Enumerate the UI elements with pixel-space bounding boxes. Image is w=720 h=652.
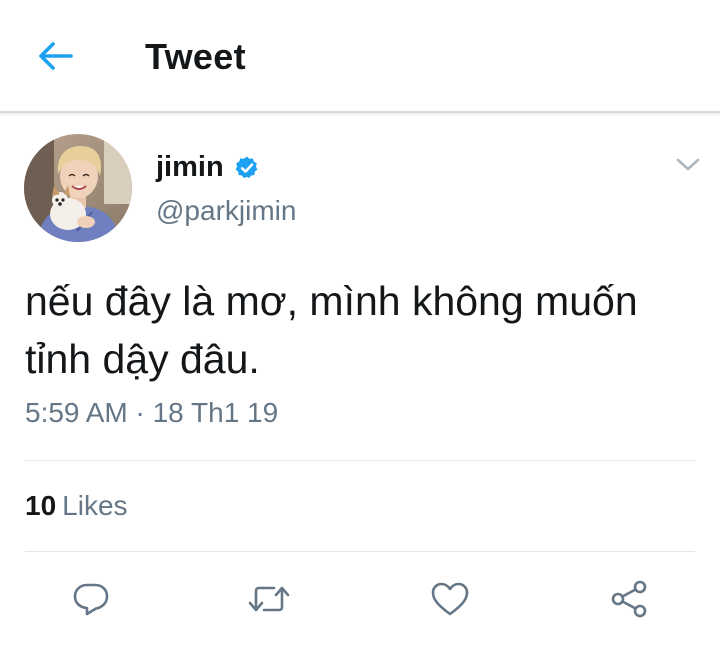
share-button[interactable] bbox=[605, 576, 655, 622]
like-button[interactable] bbox=[425, 576, 475, 622]
reply-icon bbox=[73, 583, 109, 616]
page-title: Tweet bbox=[145, 36, 246, 77]
chevron-down-icon bbox=[676, 158, 700, 171]
tweet-text: nếu đây là mơ, mình không muốn tỉnh dậy … bbox=[25, 272, 695, 388]
tweet-detail-screen: Tweet jimin @parkjimin nếu đây là mơ, mì… bbox=[0, 0, 720, 652]
back-button[interactable] bbox=[30, 34, 80, 78]
divider bbox=[25, 551, 695, 552]
reply-button[interactable] bbox=[66, 576, 116, 622]
tweet-timestamp[interactable]: 5:59 AM · 18 Th1 19 bbox=[25, 397, 278, 429]
heart-icon bbox=[431, 582, 469, 616]
likes-label: Likes bbox=[62, 490, 128, 521]
likes-count: 10 bbox=[25, 490, 57, 521]
tweet-text-line-2: tỉnh dậy đâu. bbox=[25, 336, 260, 382]
tweet-text-line-1: nếu đây là mơ, mình không muốn bbox=[25, 278, 638, 324]
retweet-icon bbox=[248, 586, 290, 612]
divider bbox=[25, 460, 695, 461]
author-display-name[interactable]: jimin bbox=[156, 151, 224, 184]
author-handle[interactable]: @parkjimin bbox=[156, 195, 296, 227]
back-arrow-icon bbox=[39, 42, 73, 70]
top-app-bar: Tweet bbox=[0, 0, 720, 113]
avatar-photo bbox=[24, 134, 132, 242]
tweet-options-button[interactable] bbox=[670, 150, 706, 180]
verified-badge-icon bbox=[235, 156, 258, 179]
author-avatar[interactable] bbox=[24, 134, 132, 242]
likes-stat[interactable]: 10 Likes bbox=[25, 490, 128, 522]
share-icon bbox=[611, 580, 647, 618]
retweet-button[interactable] bbox=[244, 576, 294, 622]
